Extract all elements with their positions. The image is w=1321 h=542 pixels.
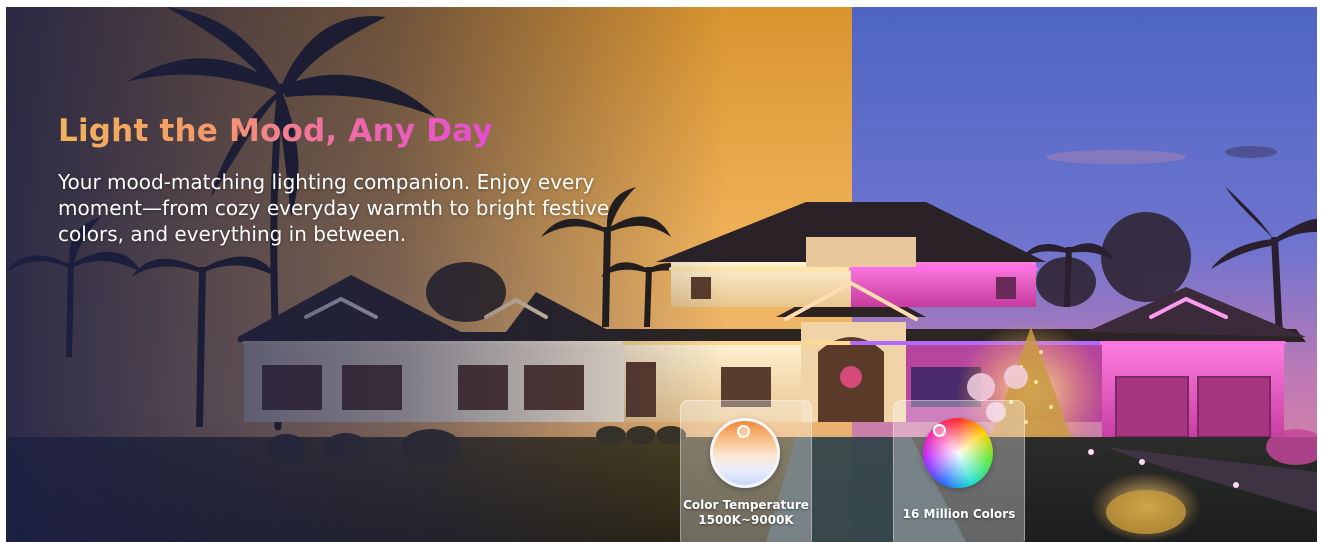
headline: Light the Mood, Any Day — [58, 113, 493, 149]
subtitle: Your mood-matching lighting companion. E… — [58, 170, 610, 246]
dial-knob — [737, 425, 750, 438]
million-colors-card: 16 Million Colors — [893, 400, 1025, 542]
million-colors-label: 16 Million Colors — [902, 507, 1016, 521]
color-temperature-range: 1500K~9000K — [698, 513, 794, 527]
dial-knob — [933, 424, 946, 437]
color-temperature-card: Color Temperature 1500K~9000K — [680, 400, 812, 542]
house-lighting-scene — [6, 7, 1317, 542]
color-temperature-label: Color Temperature — [683, 498, 809, 512]
color-wheel-icon — [923, 418, 993, 488]
color-temperature-dial-icon — [710, 418, 780, 488]
hero-banner: Light the Mood, Any Day Your mood-matchi… — [6, 7, 1317, 542]
